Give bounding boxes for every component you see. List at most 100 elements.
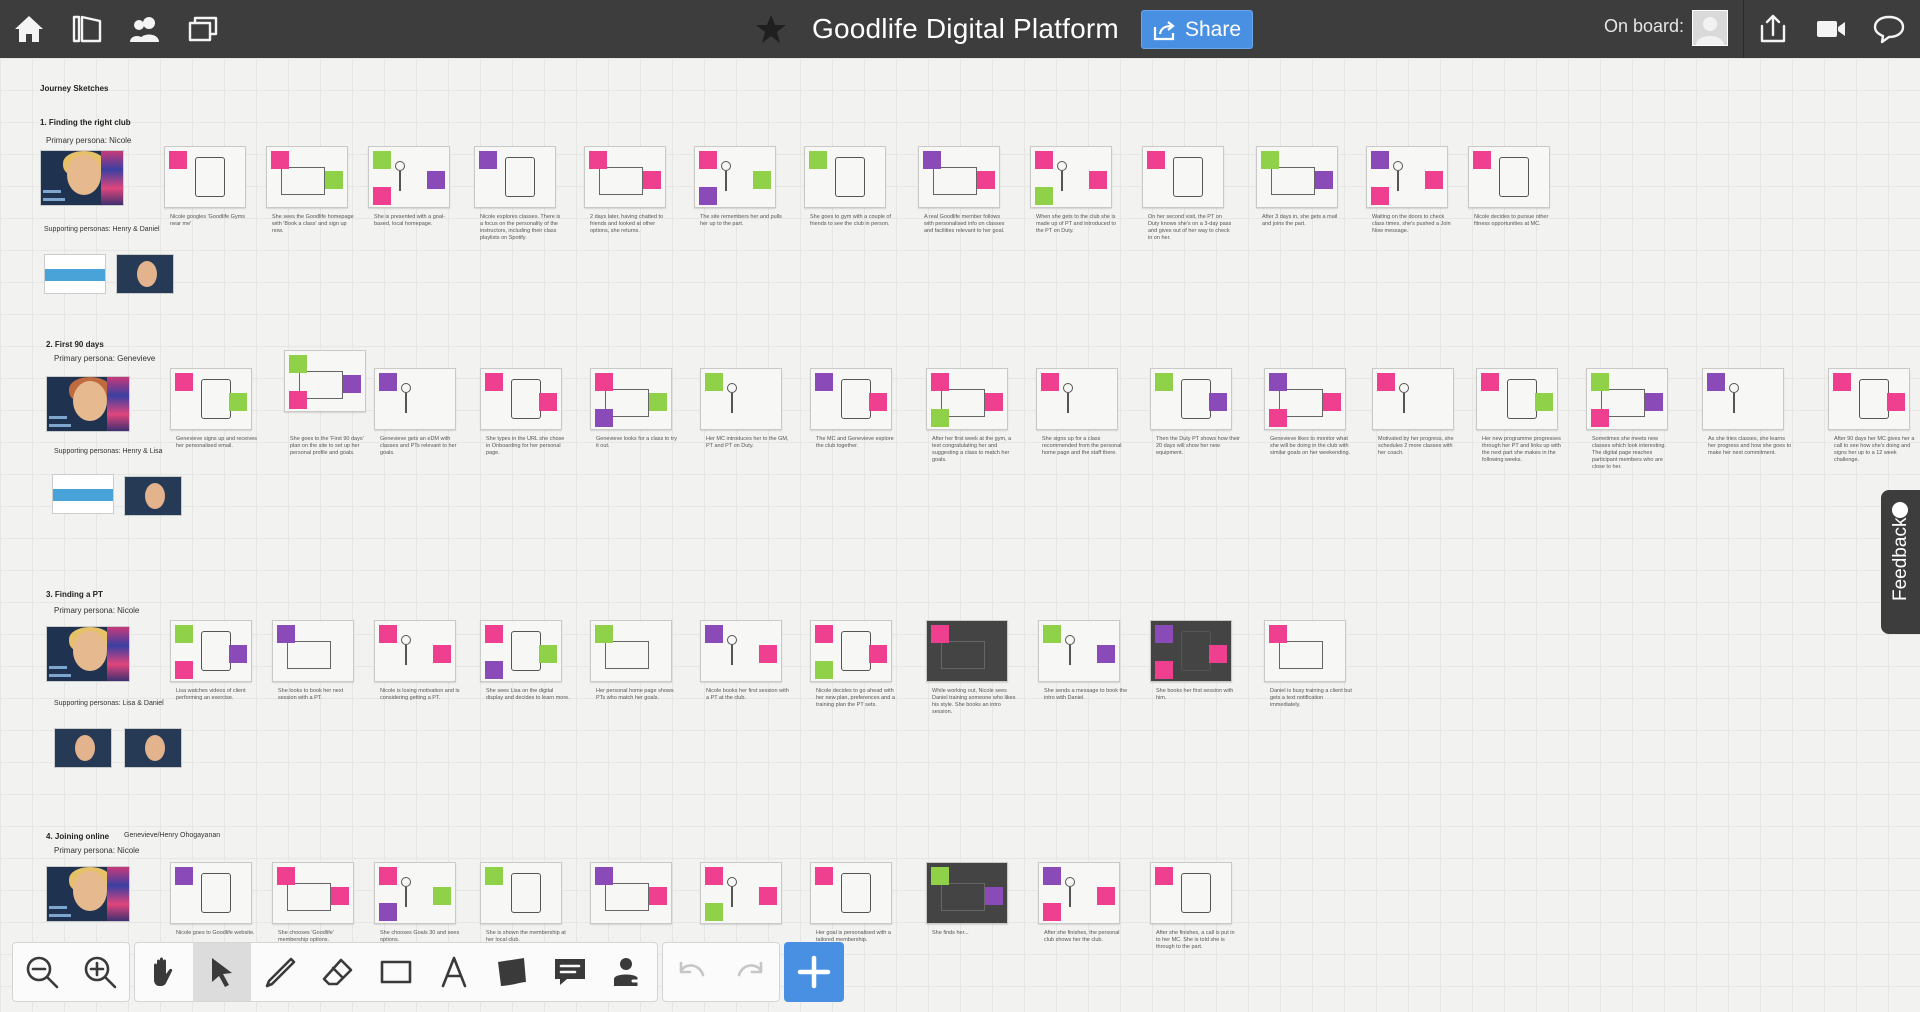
- people-icon[interactable]: [126, 10, 164, 48]
- sketch-card[interactable]: [272, 862, 354, 924]
- sketch-card[interactable]: [1264, 368, 1346, 430]
- sketch-card[interactable]: [480, 368, 562, 430]
- video-icon[interactable]: [1812, 10, 1850, 48]
- sketch-card[interactable]: [1586, 368, 1668, 430]
- library-icon[interactable]: [68, 10, 106, 48]
- sticky-note: [1535, 393, 1553, 411]
- hand-icon[interactable]: [135, 943, 193, 1001]
- sketch-card[interactable]: [1264, 620, 1346, 682]
- sketch-card[interactable]: [1702, 368, 1784, 430]
- sketch-card[interactable]: [480, 620, 562, 682]
- select-arrow-icon[interactable]: [193, 943, 251, 1001]
- sketch-card[interactable]: [590, 620, 672, 682]
- sketch-caption: Genevieve looks for a class to try it ou…: [596, 436, 678, 449]
- sketch-card[interactable]: [810, 368, 892, 430]
- sketch-card[interactable]: [1476, 368, 1558, 430]
- sticky-note: [1155, 867, 1173, 885]
- redo-icon[interactable]: [721, 943, 779, 1001]
- sketch-card[interactable]: [1828, 368, 1910, 430]
- sketch-card[interactable]: [480, 862, 562, 924]
- sticky-note: [699, 151, 717, 169]
- sketch-card[interactable]: [1150, 368, 1232, 430]
- sticky-note: [1377, 373, 1395, 391]
- comment-icon[interactable]: [541, 943, 599, 1001]
- sketch-card[interactable]: [926, 620, 1008, 682]
- sticky-note: [1043, 625, 1061, 643]
- sketch-card[interactable]: [474, 146, 556, 208]
- sketch-card[interactable]: [810, 862, 892, 924]
- boards-icon[interactable]: [184, 10, 222, 48]
- sketch-card[interactable]: [1038, 862, 1120, 924]
- sketch-card[interactable]: [1256, 146, 1338, 208]
- sketch-card[interactable]: [918, 146, 1000, 208]
- stamp-icon[interactable]: [599, 943, 657, 1001]
- sketch-caption: When she gets to the club she is made up…: [1036, 214, 1117, 234]
- sketch-card[interactable]: [1030, 146, 1112, 208]
- undo-icon[interactable]: [663, 943, 721, 1001]
- persona-photo: [124, 728, 182, 768]
- sketch-card[interactable]: [284, 350, 366, 412]
- sketch-drawing: [405, 645, 407, 665]
- home-icon[interactable]: [10, 10, 48, 48]
- sketch-drawing: [933, 167, 977, 195]
- feedback-tab[interactable]: Feedback: [1881, 490, 1920, 634]
- sketch-card[interactable]: [694, 146, 776, 208]
- zoom-in-icon[interactable]: [71, 943, 129, 1001]
- sketch-card[interactable]: [926, 862, 1008, 924]
- sketch-card[interactable]: [164, 146, 246, 208]
- sketch-card[interactable]: [1150, 620, 1232, 682]
- sketch-card[interactable]: [374, 620, 456, 682]
- sketch-caption: Her new programme progresses through her…: [1482, 436, 1561, 463]
- sketch-card[interactable]: [700, 862, 782, 924]
- pen-icon[interactable]: [251, 943, 309, 1001]
- sketch-card[interactable]: [1366, 146, 1448, 208]
- sketch-card[interactable]: [590, 368, 672, 430]
- sticky-note: [1323, 393, 1341, 411]
- share-button[interactable]: Share: [1141, 10, 1253, 49]
- sketch-card[interactable]: [590, 862, 672, 924]
- zoom-out-icon[interactable]: [13, 943, 71, 1001]
- persona-photo: [54, 728, 112, 768]
- sticky-note: [175, 867, 193, 885]
- sketch-card[interactable]: [1150, 862, 1232, 924]
- export-icon[interactable]: [1754, 10, 1792, 48]
- sketch-card[interactable]: [810, 620, 892, 682]
- star-icon[interactable]: [754, 12, 788, 46]
- rectangle-icon[interactable]: [367, 943, 425, 1001]
- sketch-card[interactable]: [700, 620, 782, 682]
- sketch-card[interactable]: [804, 146, 886, 208]
- add-button[interactable]: [784, 942, 844, 1002]
- text-icon[interactable]: [425, 943, 483, 1001]
- sticky-note: [985, 393, 1003, 411]
- sketch-card[interactable]: [374, 862, 456, 924]
- sketch-drawing: [1279, 641, 1323, 669]
- chat-icon[interactable]: [1870, 10, 1908, 48]
- sketch-card[interactable]: [368, 146, 450, 208]
- sketch-card[interactable]: [374, 368, 456, 430]
- eraser-icon[interactable]: [309, 943, 367, 1001]
- sketch-card[interactable]: [1036, 368, 1118, 430]
- avatar[interactable]: [1692, 10, 1728, 46]
- persona-thumbnail: [44, 254, 106, 294]
- sketch-card[interactable]: [584, 146, 666, 208]
- sketch-card[interactable]: [272, 620, 354, 682]
- sketch-card[interactable]: [1372, 368, 1454, 430]
- note-icon[interactable]: [483, 943, 541, 1001]
- board-title: Goodlife Digital Platform: [812, 13, 1119, 44]
- primary-persona-label: Primary persona: Nicole: [46, 136, 132, 145]
- sticky-note: [1155, 661, 1173, 679]
- sketch-card[interactable]: [1142, 146, 1224, 208]
- sketch-card[interactable]: [1038, 620, 1120, 682]
- sketch-card[interactable]: [1468, 146, 1550, 208]
- sticky-note: [433, 887, 451, 905]
- sketch-card[interactable]: [170, 620, 252, 682]
- sketch-card[interactable]: [700, 368, 782, 430]
- sketch-card[interactable]: [170, 368, 252, 430]
- sketch-card[interactable]: [170, 862, 252, 924]
- sketch-caption: A real Goodlife member follows with pers…: [924, 214, 1005, 234]
- board-canvas[interactable]: Journey Sketches 1. Finding the right cl…: [0, 58, 1920, 1012]
- sketch-card[interactable]: [926, 368, 1008, 430]
- sketch-drawing: [605, 883, 649, 911]
- sketch-drawing: [1393, 161, 1403, 171]
- sketch-card[interactable]: [266, 146, 348, 208]
